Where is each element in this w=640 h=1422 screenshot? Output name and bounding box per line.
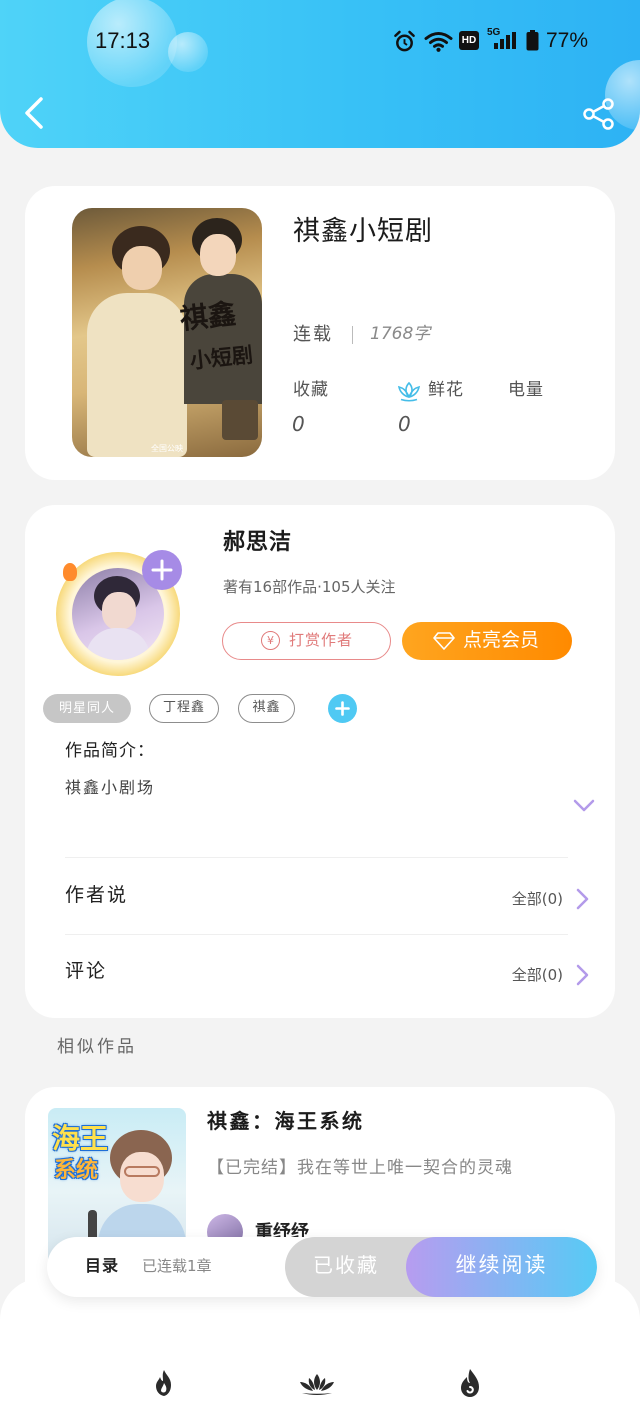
comments-row[interactable]: 评论 全部(0) [55, 941, 589, 1003]
continue-reading-button[interactable]: 继续阅读 [406, 1237, 597, 1297]
battery-percent: 77% [546, 29, 589, 52]
share-icon[interactable] [582, 97, 616, 131]
battery-icon [526, 30, 539, 51]
cover-art-title: 祺鑫 [178, 297, 238, 336]
hd-icon: HD [459, 31, 479, 50]
alarm-icon [394, 30, 415, 52]
reward-author-label: 打赏作者 [289, 631, 354, 649]
author-summary: 著有16部作品·105人关注 [223, 578, 396, 596]
cover-art-title: 海王 [52, 1122, 109, 1155]
book-title: 祺鑫小短剧 [293, 216, 433, 247]
header-bubble-decoration [168, 32, 208, 72]
stat-label-favorites[interactable]: 收藏 [293, 380, 329, 400]
vip-membership-button[interactable]: 点亮会员 [402, 622, 572, 660]
wifi-icon [424, 32, 453, 52]
follow-plus-icon[interactable] [142, 550, 182, 590]
continue-reading-label: 继续阅读 [455, 1253, 548, 1277]
author-notes-row[interactable]: 作者说 全部(0) [55, 865, 589, 927]
collected-label: 已收藏 [313, 1253, 379, 1277]
stat-value-flowers: 0 [398, 412, 411, 436]
book-cover-image[interactable]: 祺鑫 小短剧 全国公映 [72, 208, 262, 457]
cover-art-footer: 全国公映 [151, 444, 183, 453]
diamond-icon [433, 632, 455, 650]
comments-link[interactable]: 全部(0) [490, 966, 563, 984]
status-time: 17:13 [95, 28, 151, 53]
author-notes-link[interactable]: 全部(0) [490, 890, 563, 908]
comments-label: 评论 [65, 960, 108, 982]
fire-icon[interactable] [151, 1369, 177, 1397]
bottom-panel [0, 1278, 640, 1422]
meta-divider [352, 326, 353, 344]
add-tag-plus-icon[interactable] [328, 694, 357, 723]
signal-icon [494, 32, 516, 49]
app-header: 17:13 HD 5G 77% [0, 0, 640, 148]
cover-figure-face [120, 1152, 164, 1202]
book-info-card: 祺鑫 小短剧 全国公映 祺鑫小短剧 连载 1768字 收藏 鲜花 电量 0 0 [25, 186, 615, 480]
avatar-figure-face [102, 592, 136, 630]
similar-work-title[interactable]: 祺鑫：海王系统 [207, 1109, 365, 1133]
tag-chip[interactable]: 明星同人 [43, 694, 131, 723]
cover-figure-face [200, 234, 236, 276]
back-chevron-icon[interactable] [22, 96, 46, 130]
author-notes-label: 作者说 [65, 884, 129, 906]
avatar-flame-decoration [63, 563, 77, 581]
intro-text: 祺鑫小剧场 [65, 778, 156, 797]
similar-work-description: 【已完结】我在等世上唯一契合的灵魂 [207, 1158, 513, 1178]
tag-chip[interactable]: 祺鑫 [238, 694, 295, 723]
stat-label-flowers[interactable]: 鲜花 [428, 380, 464, 400]
chevron-down-icon[interactable] [573, 799, 595, 813]
cover-art-title: 系统 [54, 1158, 99, 1183]
table-of-contents-button[interactable]: 目录 [85, 1256, 119, 1275]
cover-figure-face [122, 246, 162, 290]
lotus-icon[interactable] [397, 380, 421, 402]
cover-radio-prop [222, 400, 258, 440]
cover-figure-body [184, 274, 262, 404]
chevron-right-icon [576, 888, 589, 910]
author-name[interactable]: 郝思洁 [223, 530, 292, 556]
word-count: 1768字 [370, 324, 431, 344]
stat-label-power[interactable]: 电量 [508, 380, 544, 400]
avatar-figure-body [86, 628, 150, 660]
section-divider [65, 857, 568, 858]
cover-figure-body [87, 293, 187, 457]
cover-figure-glasses [124, 1166, 160, 1177]
chevron-right-icon [576, 964, 589, 986]
reading-action-bar: 目录 已连载1章 已收藏 继续阅读 [47, 1237, 597, 1297]
book-status: 连载 [293, 324, 333, 345]
yen-icon: ¥ [261, 631, 280, 650]
lotus-icon[interactable] [298, 1372, 336, 1396]
vip-membership-label: 点亮会员 [463, 629, 540, 651]
stat-value-favorites: 0 [292, 412, 305, 436]
intro-heading: 作品简介： [65, 741, 155, 761]
section-divider [65, 934, 568, 935]
swirl-flame-icon[interactable] [459, 1368, 481, 1398]
chapter-status[interactable]: 已连载1章 [142, 1257, 212, 1275]
author-details-card: 郝思洁 著有16部作品·105人关注 ¥ 打赏作者 点亮会员 明星同人 丁程鑫 … [25, 505, 615, 1018]
reward-author-button[interactable]: ¥ 打赏作者 [222, 622, 391, 660]
similar-works-heading: 相似作品 [57, 1037, 137, 1057]
tag-chip[interactable]: 丁程鑫 [149, 694, 219, 723]
